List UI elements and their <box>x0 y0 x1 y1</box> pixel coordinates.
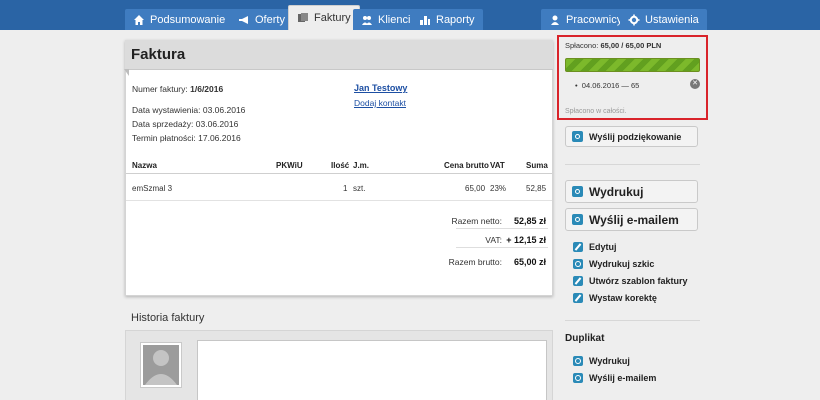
totals-divider <box>456 247 548 248</box>
user-icon <box>551 15 559 25</box>
print-draft-label: Wydrukuj szkic <box>589 259 655 269</box>
cell-sum: 52,85 <box>526 184 547 193</box>
cell-unit: szt. <box>353 184 366 193</box>
col-jm: J.m. <box>353 161 370 170</box>
send-thanks-button[interactable]: Wyślij podziękowanie <box>565 126 698 147</box>
payment-item-text: 04.06.2016 — 65 <box>581 81 640 90</box>
payment-progress-bar <box>565 58 700 72</box>
gross-label: Razem brutto: <box>448 257 502 267</box>
items-table-header: Nazwa PKWiU Ilość J.m. Cena brutto VAT S… <box>126 158 552 174</box>
invoice-number-value: 1/6/2016 <box>190 84 224 94</box>
add-contact-link[interactable]: Dodaj kontakt <box>354 98 406 108</box>
correction-label: Wystaw korektę <box>589 293 657 303</box>
divider <box>565 164 700 165</box>
tab-oferty[interactable]: Oferty <box>230 9 293 30</box>
totals-divider <box>456 228 548 229</box>
tab-label: Podsumowanie <box>150 13 226 26</box>
duplicate-email-link[interactable]: Wyślij e-mailem <box>573 373 656 383</box>
correction-link[interactable]: Wystaw korektę <box>573 293 657 303</box>
print-icon <box>572 186 583 197</box>
tab-faktury[interactable]: Faktury <box>288 5 360 30</box>
cell-vat: 23% <box>490 184 507 193</box>
payment-item: • 04.06.2016 — 65 <box>575 81 640 90</box>
tab-ustawienia[interactable]: Ustawienia <box>620 9 707 30</box>
client-link[interactable]: Jan Testowy <box>354 83 407 93</box>
send-icon <box>572 131 583 142</box>
payment-note: Spłacono w całości. <box>565 108 627 115</box>
cell-name: emSzmal 3 <box>132 184 173 193</box>
title-fold <box>124 69 129 76</box>
history-title: Historia faktury <box>131 312 205 324</box>
tab-label: Pracownicy <box>566 13 623 26</box>
tab-label: Klienci <box>378 13 411 26</box>
tab-label: Raporty <box>436 13 475 26</box>
vat-value: + 12,15 zł <box>506 235 546 245</box>
print-label: Wydrukuj <box>589 184 644 199</box>
tab-label: Ustawienia <box>645 13 699 26</box>
pencil-icon <box>573 276 583 286</box>
send-thanks-label: Wyślij podziękowanie <box>589 131 682 142</box>
print-icon <box>573 356 583 366</box>
avatar <box>140 342 182 388</box>
pencil-icon <box>573 242 583 252</box>
email-button[interactable]: Wyślij e-mailem <box>565 208 698 231</box>
tab-label: Oferty <box>255 13 285 26</box>
payment-summary-label: Spłacono: <box>565 41 599 50</box>
sale-date: Data sprzedaży: 03.06.2016 <box>132 119 239 129</box>
edit-label: Edytuj <box>589 242 617 252</box>
chart-icon <box>420 15 430 25</box>
pencil-icon <box>573 293 583 303</box>
tab-label: Faktury <box>314 12 351 24</box>
due-date: Termin płatności: 17.06.2016 <box>132 133 241 143</box>
duplicate-title: Duplikat <box>565 333 605 344</box>
duplicate-email-label: Wyślij e-mailem <box>589 373 657 383</box>
invoice-number: Numer faktury: 1/6/2016 <box>132 84 223 94</box>
duplicate-print-link[interactable]: Wydrukuj <box>573 356 630 366</box>
print-draft-link[interactable]: Wydrukuj szkic <box>573 259 654 269</box>
tab-pracownicy[interactable]: Pracownicy <box>541 9 631 30</box>
comment-input[interactable] <box>197 340 547 400</box>
row-divider <box>126 200 552 201</box>
avatar-placeholder-icon <box>143 345 179 385</box>
invoice-card: Faktura Numer faktury: 1/6/2016 Data wys… <box>124 40 553 296</box>
tab-podsumowanie[interactable]: Podsumowanie <box>125 9 234 30</box>
invoice-title-bar: Faktura <box>124 40 553 76</box>
cell-qty: 1 <box>343 184 348 193</box>
col-suma: Suma <box>526 161 548 170</box>
divider <box>565 320 700 321</box>
page-title: Faktura <box>131 46 186 63</box>
print-icon <box>573 259 583 269</box>
print-button[interactable]: Wydrukuj <box>565 180 698 203</box>
top-nav: Podsumowanie Oferty Faktury Klienci Rapo… <box>0 0 820 30</box>
email-icon <box>572 214 583 225</box>
payment-summary: Spłacono: 65,00 / 65,00 PLN <box>565 41 661 50</box>
create-template-link[interactable]: Utwórz szablon faktury <box>573 276 688 286</box>
megaphone-icon <box>239 15 248 24</box>
net-value: 52,85 zł <box>513 216 546 226</box>
gear-icon <box>628 14 640 25</box>
documents-icon <box>298 13 308 22</box>
create-template-label: Utwórz szablon faktury <box>589 276 688 286</box>
gross-value: 65,00 zł <box>513 257 546 267</box>
users-icon <box>362 15 372 25</box>
col-cena-brutto: Cena brutto <box>444 161 489 170</box>
col-vat: VAT <box>490 161 505 170</box>
remove-payment-icon[interactable]: ✕ <box>690 79 700 89</box>
email-label: Wyślij e-mailem <box>589 212 679 227</box>
issue-date: Data wystawienia: 03.06.2016 <box>132 105 246 115</box>
col-pkwiu: PKWiU <box>276 161 303 170</box>
edit-link[interactable]: Edytuj <box>573 242 617 252</box>
home-icon <box>134 14 144 25</box>
col-ilosc: Ilość <box>331 161 350 170</box>
payment-summary-value: 65,00 / 65,00 PLN <box>600 41 662 50</box>
tab-raporty[interactable]: Raporty <box>411 9 483 30</box>
col-nazwa: Nazwa <box>132 161 157 170</box>
email-icon <box>573 373 583 383</box>
tab-klienci[interactable]: Klienci <box>353 9 419 30</box>
cell-price: 65,00 <box>465 184 486 193</box>
invoice-number-label: Numer faktury: <box>132 84 188 94</box>
net-label: Razem netto: <box>451 216 502 226</box>
vat-label: VAT: <box>485 235 502 245</box>
duplicate-print-label: Wydrukuj <box>589 356 630 366</box>
